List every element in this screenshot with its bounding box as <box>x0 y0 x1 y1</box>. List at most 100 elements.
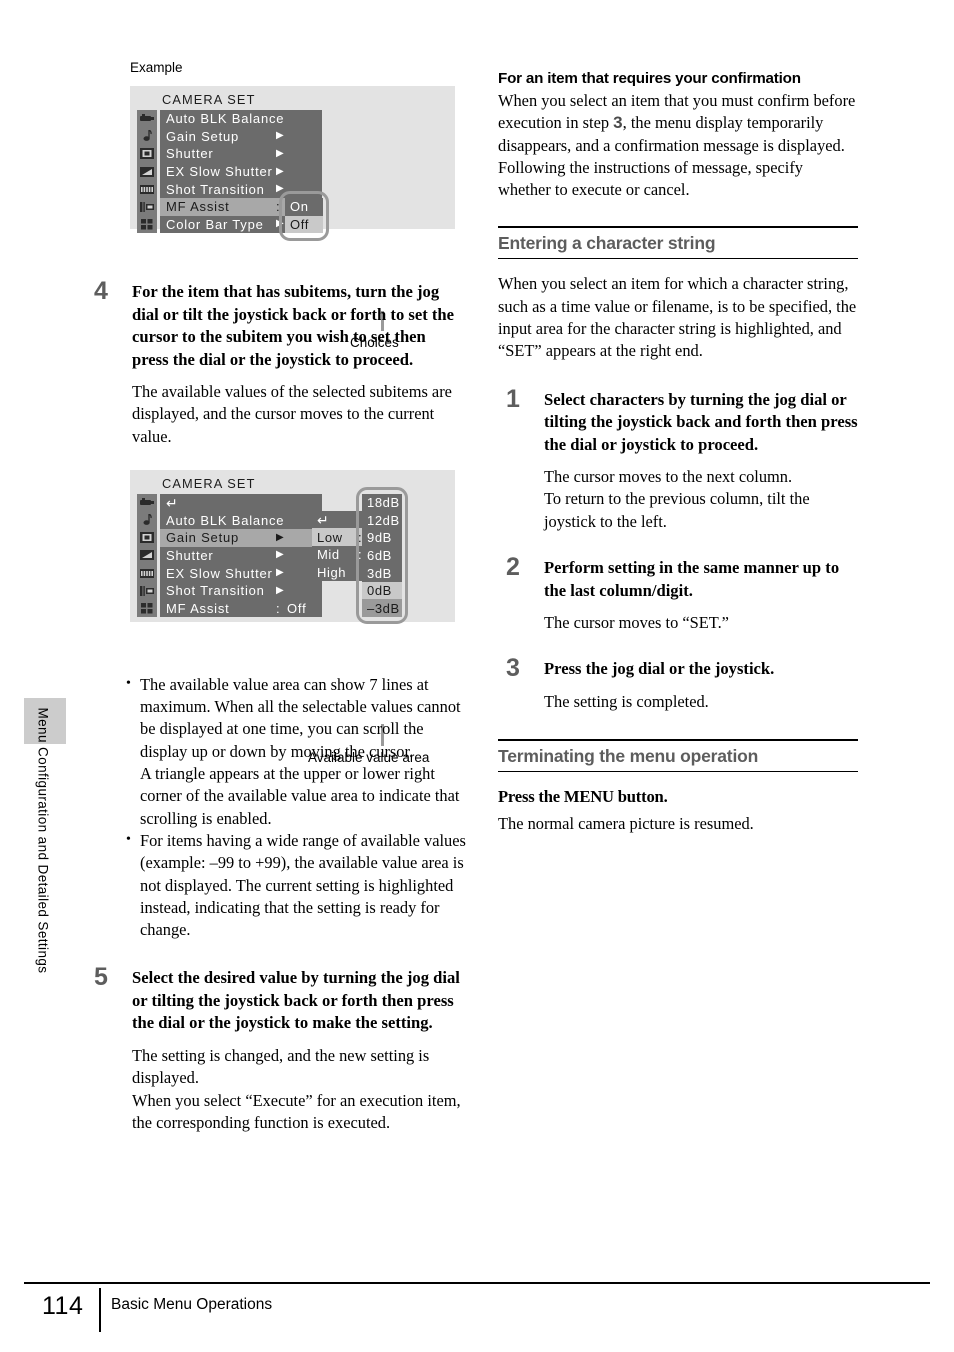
menu-row[interactable]: Auto BLK Balance <box>160 110 322 128</box>
menu-row-colon: : <box>276 199 281 215</box>
file-icon <box>137 197 157 216</box>
confirmation-heading: For an item that requires your confirmat… <box>498 70 801 87</box>
step-3-body: The setting is completed. <box>544 691 709 711</box>
menu-row-label: Shutter <box>166 146 214 162</box>
menu-row[interactable]: Shutter ▶ <box>160 547 322 565</box>
terminate-action: Press the MENU button. <box>498 787 668 807</box>
osd-available-value-column: 18dB 12dB 9dB 6dB 3dB 0dB –3dB <box>362 493 402 618</box>
menu-row[interactable]: Auto BLK Balance <box>160 511 322 529</box>
menu-row-colon: : <box>276 600 281 616</box>
step-3-title: Press the jog dial or the joystick. <box>544 659 775 679</box>
submenu-arrow-icon: ▶ <box>276 218 285 230</box>
terminate-body: The normal camera picture is resumed. <box>498 814 754 834</box>
notes-list: The available value area can show 7 line… <box>124 673 466 942</box>
value-label: 9dB <box>367 530 392 546</box>
menu-row-label: Auto BLK Balance <box>166 512 285 528</box>
step-5: 5 Select the desired value by turning th… <box>86 963 466 1134</box>
step-1-title: Select characters by turning the jog dia… <box>544 389 858 454</box>
menu-row-return[interactable]: ↵ <box>160 494 322 512</box>
menu-row[interactable]: Gain Setup ▶ <box>160 128 322 146</box>
submenu-arrow-icon: ▶ <box>276 165 285 177</box>
step-1-body: The cursor moves to the next column. To … <box>544 467 810 531</box>
step-5-body: The setting is changed, and the new sett… <box>132 1045 461 1132</box>
menu-row[interactable]: EX Slow Shutter ▶ <box>160 163 322 181</box>
menu-row-label: Auto BLK Balance <box>166 111 285 127</box>
camera-icon <box>137 110 157 128</box>
osd-icon-rail <box>137 493 157 618</box>
film-icon <box>137 180 157 198</box>
list-item: The available value area can show 7 line… <box>124 673 466 830</box>
lcd-icon <box>137 546 157 565</box>
osd-example-graphic: CAMERA SET Auto BLK Balance Gain Setup ▶… <box>130 86 455 241</box>
step-2-body: The cursor moves to “SET.” <box>544 613 729 633</box>
menu-row-label: MF Assist <box>166 600 230 616</box>
osd-title: CAMERA SET <box>162 92 256 107</box>
menu-row[interactable]: Shutter ▶ <box>160 145 322 163</box>
step-2: 2 Perform setting in the same manner up … <box>498 553 858 634</box>
submenu-arrow-icon: ▶ <box>276 183 285 195</box>
value-item[interactable]: 18dB <box>362 494 402 512</box>
menu-row-label: EX Slow Shutter <box>166 164 273 180</box>
audio-note-icon <box>137 127 157 146</box>
menu-row[interactable]: Shot Transition ▶ <box>160 582 322 600</box>
note-text-1: The available value area can show 7 line… <box>140 674 461 828</box>
osd-choices-column: On Off <box>285 198 323 234</box>
menu-row-label: Gain Setup <box>166 128 240 144</box>
step-4: 4 For the item that has subitems, turn t… <box>86 277 466 448</box>
value-item-current[interactable]: 0dB <box>362 581 402 600</box>
footer-section-title: Basic Menu Operations <box>111 1296 273 1313</box>
value-label: –3dB <box>367 600 400 616</box>
right-column: For an item that requires your confirmat… <box>498 60 858 835</box>
menu-row[interactable]: Shot Transition ▶ <box>160 180 322 198</box>
submenu-arrow-icon: ▶ <box>276 130 285 142</box>
grid-icon <box>137 599 157 618</box>
footer-vertical-divider <box>99 1288 101 1332</box>
step-5-number: 5 <box>94 963 108 992</box>
video-icon <box>137 529 157 547</box>
choice-label: Off <box>290 216 309 232</box>
menu-row-label: Shot Transition <box>166 583 265 599</box>
value-item[interactable]: 6dB <box>362 547 402 565</box>
submenu-arrow-icon: ▶ <box>276 147 285 159</box>
step-4-title: For the item that has subitems, turn the… <box>132 282 455 369</box>
choice-item[interactable]: On <box>285 198 323 216</box>
osd-icon-rail <box>137 110 157 234</box>
step-1-number: 1 <box>506 384 520 413</box>
footer-divider <box>24 1282 930 1284</box>
value-label: 0dB <box>367 583 392 599</box>
submenu-row-label: Low <box>317 529 343 545</box>
osd-menu-panel: ↵ Auto BLK Balance Gain Setup ▶ Shutter … <box>160 493 322 617</box>
value-item[interactable]: 9dB <box>362 529 402 547</box>
step-2-title: Perform setting in the same manner up to… <box>544 558 840 600</box>
file-icon <box>137 581 157 600</box>
page-number: 114 <box>42 1292 84 1320</box>
menu-row[interactable]: MF Assist : Off <box>160 599 322 617</box>
submenu-arrow-icon: ▶ <box>276 531 285 543</box>
choice-label: On <box>290 199 309 215</box>
menu-row-selected[interactable]: Gain Setup ▶ <box>160 529 322 547</box>
grid-icon <box>137 215 157 234</box>
value-item-cursor[interactable]: –3dB <box>362 599 402 618</box>
menu-row-label: Gain Setup <box>166 530 240 546</box>
step-1: 1 Select characters by turning the jog d… <box>498 385 858 533</box>
note-text-2: For items having a wide range of availab… <box>140 830 466 940</box>
camera-icon <box>137 493 157 512</box>
menu-row-label: Shutter <box>166 547 214 563</box>
value-item[interactable]: 3dB <box>362 564 402 582</box>
menu-row-label: Color Bar Type <box>166 216 264 232</box>
return-arrow-icon: ↵ <box>317 511 329 528</box>
value-item[interactable]: 12dB <box>362 511 402 529</box>
audio-note-icon <box>137 511 157 530</box>
value-label: 3dB <box>367 565 392 581</box>
menu-row-label: EX Slow Shutter <box>166 565 273 581</box>
lcd-icon <box>137 162 157 181</box>
step-4-body: The available values of the selected sub… <box>132 382 452 446</box>
example-label: Example <box>130 60 183 75</box>
value-label: 6dB <box>367 547 392 563</box>
submenu-row-label: Mid <box>317 547 340 563</box>
submenu-arrow-icon: ▶ <box>276 567 285 579</box>
menu-row[interactable]: EX Slow Shutter ▶ <box>160 564 322 582</box>
chapter-tab-label: Menu Configuration and Detailed Settings <box>35 707 51 974</box>
choice-item-selected[interactable]: Off <box>285 215 323 234</box>
step-3-number: 3 <box>506 654 520 683</box>
